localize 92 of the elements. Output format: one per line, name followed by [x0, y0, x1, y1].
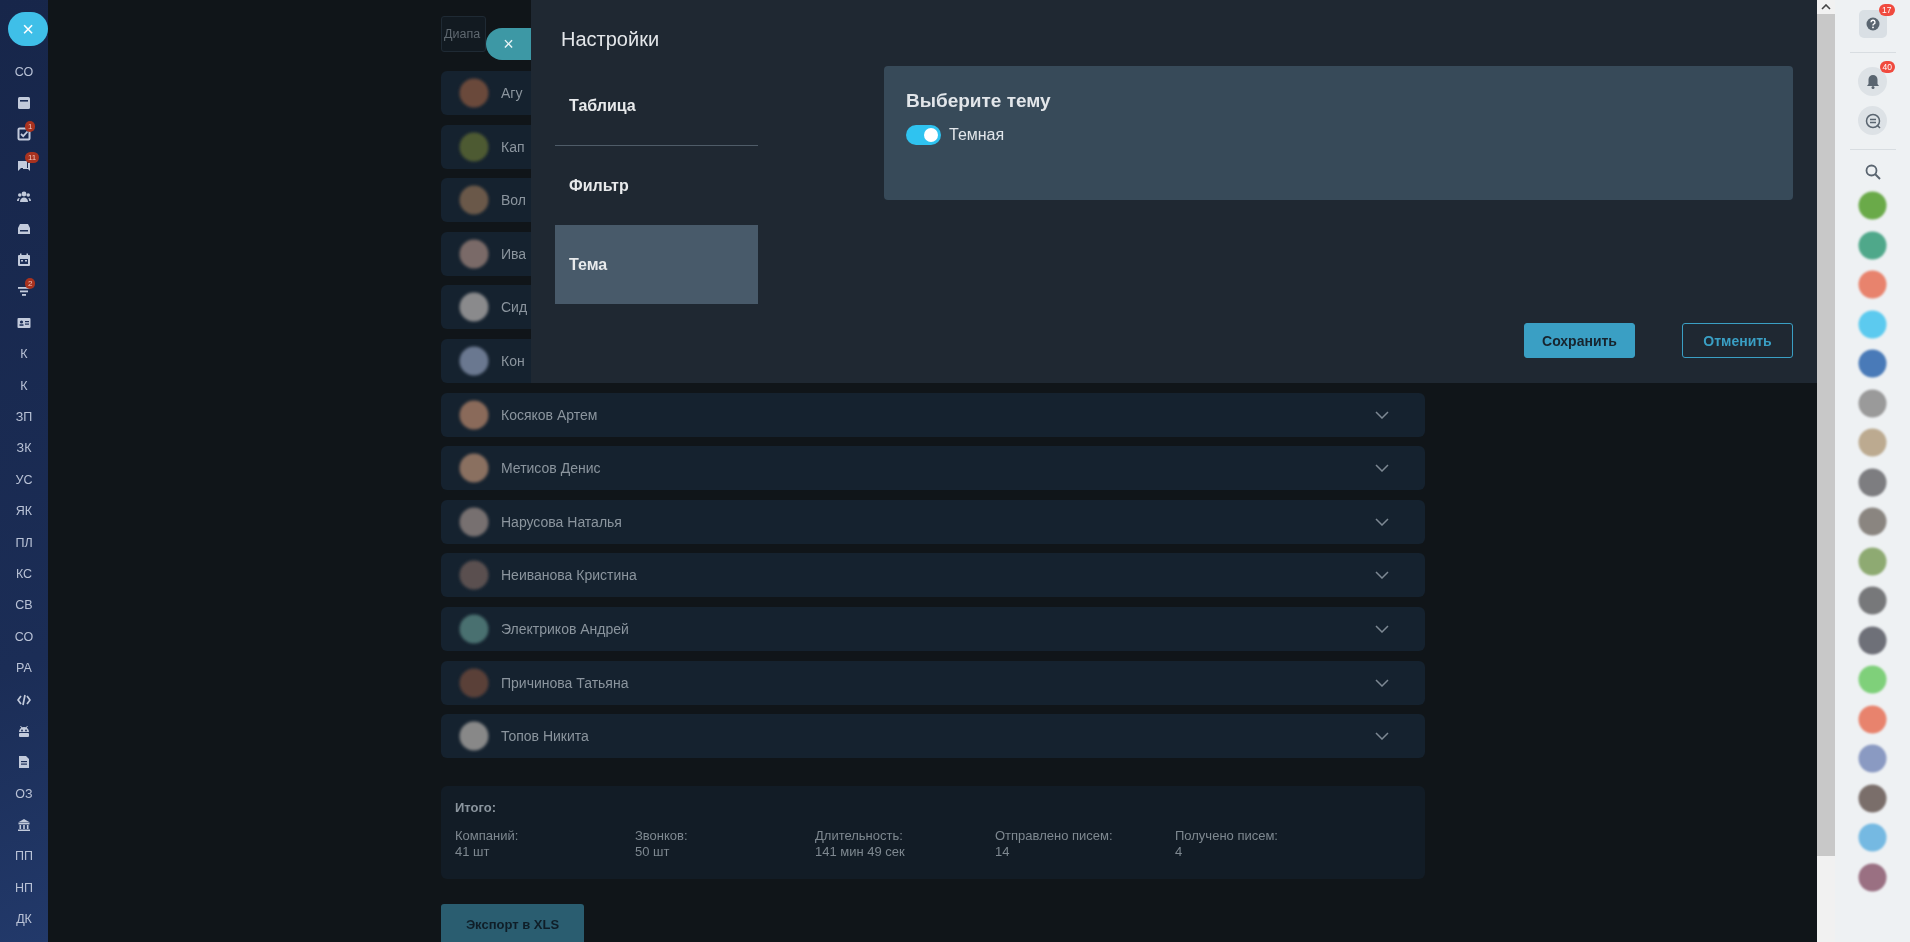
chats-button[interactable]	[1858, 106, 1887, 135]
person-name: Сид	[501, 299, 529, 316]
id-card-icon[interactable]	[17, 315, 31, 330]
code-icon[interactable]	[17, 692, 31, 707]
chevron-down-icon[interactable]	[1375, 678, 1389, 687]
person-name: Неиванова Кристина	[501, 567, 638, 584]
menu-item[interactable]: ДК	[12, 912, 36, 927]
person-name: Метисов Денис	[501, 460, 602, 477]
person-row[interactable]: Неиванова Кристина	[441, 553, 1425, 598]
menu-item[interactable]: К	[16, 347, 32, 362]
person-name: Топов Никита	[501, 728, 590, 745]
person-name: Вол	[501, 192, 527, 209]
person-name: Косяков Артем	[501, 406, 599, 423]
bank-icon[interactable]	[17, 818, 31, 833]
count-badge: 11	[25, 152, 40, 164]
stat-label: Звонков:	[635, 828, 688, 845]
person-name: Кон	[501, 352, 526, 369]
stat-value: 50 шт	[635, 844, 670, 861]
chevron-down-icon[interactable]	[1375, 464, 1389, 473]
menu-item[interactable]: СО	[10, 629, 38, 644]
chevron-down-icon[interactable]	[1375, 410, 1389, 419]
stat-value: 141 мин 49 сек	[815, 844, 905, 861]
person-row[interactable]: Метисов Денис	[441, 446, 1425, 491]
avatar[interactable]	[1856, 347, 1889, 380]
count-badge: 17	[1879, 4, 1895, 16]
count-badge: 1	[25, 120, 36, 132]
calendar-icon[interactable]	[17, 253, 31, 268]
avatar[interactable]	[1856, 189, 1889, 222]
filter-icon[interactable]	[17, 284, 31, 299]
stat-value: 14	[995, 844, 1010, 861]
person-row[interactable]: Косяков Артем	[441, 392, 1425, 437]
person-row[interactable]: Причинова Татьяна	[441, 660, 1425, 705]
search-icon[interactable]	[1864, 164, 1881, 180]
chevron-down-icon[interactable]	[1375, 517, 1389, 526]
chevron-down-icon[interactable]	[1375, 732, 1389, 741]
stat-label: Получено писем:	[1175, 828, 1278, 845]
menu-item[interactable]: КС	[11, 566, 37, 581]
robot-icon[interactable]	[17, 723, 31, 738]
person-name: Электриков Андрей	[501, 620, 630, 637]
person-name: Причинова Татьяна	[501, 674, 630, 691]
count-badge: 2	[25, 277, 36, 289]
avatar[interactable]	[1856, 505, 1889, 538]
dialog-title: Настройки	[561, 27, 661, 52]
stat-label: Длительность:	[815, 828, 903, 845]
avatar[interactable]	[1856, 742, 1889, 775]
menu-item[interactable]: ЗП	[11, 410, 37, 424]
menu-item[interactable]: УС	[11, 472, 37, 487]
menu-item[interactable]: ОЗ	[11, 786, 37, 801]
menu-item[interactable]: РА	[12, 661, 36, 676]
person-name: Ива	[501, 245, 528, 262]
menu-item[interactable]: СО	[10, 64, 38, 79]
menu-item[interactable]: К	[16, 378, 32, 393]
chat-icon[interactable]	[17, 158, 31, 173]
card-title: Выберите тему	[906, 90, 1052, 112]
menu-item[interactable]: ЯК	[11, 504, 37, 519]
chevron-down-icon[interactable]	[1375, 571, 1389, 580]
menu-item[interactable]: ЗК	[12, 441, 36, 456]
save-button[interactable]: Сохранить	[1524, 323, 1635, 358]
settings-tab[interactable]: Фильтр	[555, 146, 758, 225]
question-icon[interactable]	[1865, 17, 1880, 31]
menu-item[interactable]: СВ	[11, 598, 37, 613]
bell-icon[interactable]	[1865, 74, 1880, 89]
menu-item[interactable]: НП	[11, 880, 37, 895]
document-icon[interactable]	[17, 755, 31, 770]
menu-item[interactable]: ПП	[11, 849, 37, 864]
cancel-button[interactable]: Отменить	[1682, 323, 1793, 358]
tray-icon[interactable]	[17, 221, 31, 236]
range-field[interactable]: Диапа	[441, 16, 486, 52]
menu-item[interactable]: ПЛ	[11, 535, 37, 550]
stat-value: 41 шт	[455, 844, 490, 861]
person-row[interactable]: Нарусова Наталья	[441, 499, 1425, 544]
stat-value: 4	[1175, 844, 1183, 861]
checkbox-icon[interactable]	[17, 127, 31, 142]
person-name: Агу	[501, 85, 524, 101]
person-row[interactable]: Топов Никита	[441, 714, 1425, 759]
toggle-label: Темная	[949, 126, 1005, 144]
toggle-switch[interactable]	[906, 125, 941, 145]
summary-title: Итого:	[455, 800, 497, 816]
people-icon[interactable]	[17, 190, 31, 205]
person-name: Нарусова Наталья	[501, 513, 623, 530]
stat-label: Компаний:	[455, 828, 519, 845]
settings-tab[interactable]: Тема	[555, 225, 758, 304]
settings-tab[interactable]: Таблица	[555, 66, 758, 145]
person-name: Кап	[501, 138, 526, 155]
count-badge: 40	[1879, 61, 1895, 73]
avatar[interactable]	[1856, 268, 1889, 301]
stat-label: Отправлено писем:	[995, 828, 1113, 845]
card-icon[interactable]	[17, 96, 31, 111]
avatar[interactable]	[1856, 584, 1889, 617]
chevron-down-icon[interactable]	[1375, 624, 1389, 633]
chat-icon[interactable]	[1864, 112, 1881, 129]
person-row[interactable]: Электриков Андрей	[441, 606, 1425, 651]
